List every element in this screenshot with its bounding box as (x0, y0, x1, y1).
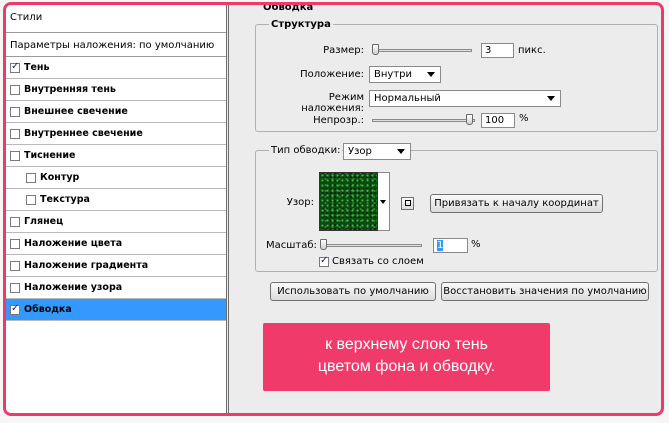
caption-line-2: цветом фона и обводку. (317, 358, 496, 375)
blend-mode-select-value: Нормальный (374, 93, 441, 104)
fill-type-label: Тип обводки: (269, 145, 343, 156)
size-input[interactable]: 3 (481, 43, 514, 58)
inner-shadow-checkbox[interactable] (10, 84, 20, 95)
pattern-swatch[interactable] (319, 172, 378, 231)
style-item-label: Внутреннее свечение (24, 128, 143, 139)
style-item-label: Тень (24, 62, 50, 73)
style-item-label: Тиснение (24, 150, 76, 161)
position-select-value: Внутри (374, 69, 412, 80)
structure-legend: Структура (269, 19, 333, 30)
scale-unit: % (471, 239, 481, 250)
gradient-overlay-checkbox[interactable] (10, 260, 20, 271)
style-item-inner-glow[interactable]: Внутреннее свечение (6, 123, 226, 145)
style-item-inner-shadow[interactable]: Внутренняя тень (6, 79, 226, 101)
caption-line-1: к верхнему слою тень (325, 336, 488, 353)
size-slider-track[interactable] (372, 49, 472, 52)
pattern-picker-dropdown[interactable] (378, 172, 390, 231)
size-slider-thumb[interactable] (372, 44, 379, 55)
opacity-input[interactable]: 100 (481, 113, 515, 128)
size-unit: пикс. (518, 45, 546, 56)
style-item-label: Наложение узора (24, 282, 123, 293)
style-item-satin[interactable]: Глянец (6, 211, 226, 233)
color-overlay-checkbox[interactable] (10, 238, 20, 249)
inner-glow-checkbox[interactable] (10, 128, 20, 139)
blending-options-item[interactable]: Параметры наложения: по умолчанию (6, 35, 226, 57)
style-item-label: Внешнее свечение (24, 106, 128, 117)
position-select[interactable]: Внутри (369, 66, 441, 83)
pattern-overlay-checkbox[interactable] (10, 282, 20, 293)
fill-type-select-value: Узор (348, 146, 372, 157)
annotation-frame: Стили Параметры наложения: по умолчанию … (3, 2, 664, 416)
scale-input[interactable]: 1 (433, 238, 468, 253)
panel-divider (228, 5, 229, 413)
drop-shadow-checkbox[interactable] (10, 61, 20, 73)
snap-to-origin-button[interactable]: Привязать к началу координат (430, 194, 603, 213)
style-item-label: Глянец (24, 216, 64, 227)
scale-label: Масштаб: (266, 240, 317, 251)
style-item-contour[interactable]: Контур (6, 167, 226, 189)
opacity-slider-track[interactable] (372, 119, 475, 122)
bevel-emboss-checkbox[interactable] (10, 150, 20, 161)
satin-checkbox[interactable] (10, 216, 20, 227)
scale-slider-thumb[interactable] (320, 239, 327, 250)
style-item-label: Наложение градиента (24, 260, 149, 271)
stroke-checkbox[interactable] (10, 303, 20, 315)
style-item-bevel-emboss[interactable]: Тиснение (6, 145, 226, 167)
texture-checkbox[interactable] (26, 194, 36, 205)
styles-header[interactable]: Стили (6, 5, 226, 33)
scale-input-selection: 1 (437, 240, 444, 251)
style-item-drop-shadow[interactable]: Тень (6, 57, 226, 79)
opacity-slider-thumb[interactable] (466, 114, 473, 125)
new-preset-icon[interactable] (401, 197, 414, 210)
reset-to-default-button[interactable]: Восстановить значения по умолчанию (441, 282, 649, 301)
style-item-pattern-overlay[interactable]: Наложение узора (6, 277, 226, 299)
styles-list-panel: Стили Параметры наложения: по умолчанию … (6, 5, 227, 413)
style-item-label: Внутренняя тень (24, 84, 116, 95)
style-item-label: Текстура (40, 194, 90, 205)
opacity-label: Непрозр.: (313, 115, 364, 126)
link-with-layer-checkbox[interactable] (319, 255, 329, 267)
position-label: Положение: (300, 69, 364, 80)
fill-type-select[interactable]: Узор (343, 143, 411, 160)
style-item-label: Наложение цвета (24, 238, 123, 249)
new-preset-glyph (405, 200, 411, 206)
chevron-down-icon (380, 200, 386, 204)
style-item-gradient-overlay[interactable]: Наложение градиента (6, 255, 226, 277)
caption-overlay: к верхнему слою тень цветом фона и обвод… (263, 323, 550, 391)
stroke-section-title: Обводка (263, 2, 314, 13)
link-with-layer-label: Связать со слоем (332, 256, 424, 267)
style-item-texture[interactable]: Текстура (6, 189, 226, 211)
blend-mode-label: Режим наложения: (301, 92, 364, 114)
size-label: Размер: (323, 45, 364, 56)
pattern-label: Узор: (286, 197, 314, 208)
style-item-label: Контур (40, 172, 80, 183)
style-item-stroke[interactable]: Обводка (6, 299, 226, 321)
chevron-down-icon (397, 149, 405, 154)
style-item-label: Обводка (24, 304, 72, 315)
opacity-unit: % (519, 113, 529, 124)
chevron-down-icon (547, 96, 555, 101)
contour-checkbox[interactable] (26, 172, 36, 183)
outer-glow-checkbox[interactable] (10, 106, 20, 117)
chevron-down-icon (427, 72, 435, 77)
make-default-button[interactable]: Использовать по умолчанию (270, 282, 436, 301)
style-item-color-overlay[interactable]: Наложение цвета (6, 233, 226, 255)
link-with-layer-row[interactable]: Связать со слоем (319, 255, 424, 267)
style-item-outer-glow[interactable]: Внешнее свечение (6, 101, 226, 123)
blend-mode-select[interactable]: Нормальный (369, 90, 561, 107)
scale-slider-track[interactable] (322, 244, 422, 247)
